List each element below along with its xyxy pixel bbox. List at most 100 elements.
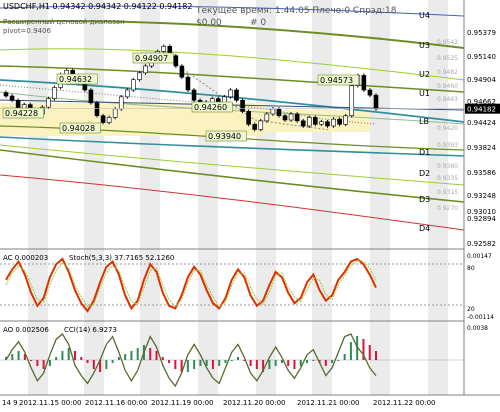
price-tick: 0.94424 [467,119,496,127]
ao-bar [111,360,114,363]
candle-body [246,111,251,125]
candle-body [106,117,112,123]
price-tick: 0.92582 [467,240,496,248]
price-label: 0.93940 [205,130,247,142]
ac-stoch-panel: AC 0.000203 Stoch(5,3,3) 37.7165 52.1260 0… [0,252,494,321]
ao-bar [312,360,315,361]
candle-body [118,96,124,110]
session-band [370,252,390,318]
ao-bar [368,345,371,360]
ao-bar [17,351,20,360]
price-label: 0.94907 [132,52,174,64]
candle-body [46,98,51,108]
ao-bar [268,360,271,369]
ao-bar [124,354,127,360]
price-label: 0.94228 [2,107,44,119]
ao-bar [218,360,221,366]
level-price-tag: 0.9420 [437,125,458,132]
level-label: D2 [419,169,430,178]
candle-body [288,113,294,121]
ao-bar [130,351,133,360]
ao-bar [161,357,164,360]
ao-bar [324,360,327,366]
candle-body [161,45,167,52]
chart-canvas[interactable]: AC 0.000203 Stoch(5,3,3) 37.7165 52.1260 0… [0,0,500,408]
candle-body [234,89,239,101]
price-tick: 0.93824 [467,144,496,152]
candle-body [367,89,373,96]
price-tick: 0.95140 [467,53,496,61]
ao-bar [42,360,45,369]
candle-body [264,113,270,122]
ao-bar [255,360,258,369]
price-tick: 0.93586 [467,169,496,177]
ao-bar [280,360,283,363]
candle-body [337,118,342,125]
candle-body [94,102,100,117]
time-tick: 2012.11.22 00:00 [372,396,436,407]
candle-body [3,92,9,97]
session-band [256,324,276,393]
time-tick-label: 2012.11.20 00:00 [223,399,285,407]
candle-body [258,120,264,130]
ao-bar [287,360,290,366]
chart-window[interactable]: AC 0.000203 Stoch(5,3,3) 37.7165 52.1260 0… [0,0,500,408]
candle-body [319,121,324,125]
ao-bar [149,348,152,360]
ao-bar [11,354,14,360]
candle-body [331,118,336,127]
session-band [256,252,276,318]
candle-body [88,89,94,104]
ac-axis-tick: 0.00147 [467,253,492,260]
ao-bar [331,360,334,363]
ao-bar [224,360,227,363]
time-tick: 2012.11.15 00:00 [18,396,82,407]
ao-bar [168,360,171,363]
price-label-text: 0.93940 [208,132,241,141]
candle-body [252,123,257,130]
ao-bar [337,360,340,361]
ao-bar [30,360,33,361]
current-time: Текущее время: 1:44:05 Плечо:0 Спрэд:18 [195,6,397,16]
ao-bar [293,360,296,369]
price-label: 0.94260 [191,101,233,113]
ao-bar [92,360,95,369]
level-label: D1 [419,148,430,157]
candle-body [306,117,312,127]
ao-bar [86,360,89,363]
candle-body [361,75,367,91]
ao-bar [117,357,120,360]
ao-bar [186,360,189,372]
level-price-tag: 0.9482 [437,69,458,76]
ao-bar [155,351,158,360]
level-label: U3 [419,41,430,50]
level-price-tag: 0.9393 [437,142,458,149]
candle-body [325,121,330,127]
price-label: 0.94028 [59,122,101,134]
ac-axis-tick: 20 [467,306,475,313]
candle-body [185,76,191,91]
price-tick: 0.95379 [467,29,496,37]
candle-body [313,117,318,125]
ao-bar [80,357,83,360]
ao-bar [48,360,51,366]
level-labels: U4 U3 U2 U1 LB D1 D2 D3 D4 [419,11,430,233]
price-label-text: 0.94632 [59,75,92,84]
ao-bar [274,360,277,366]
level-price-tag: 0.9360 [437,163,458,170]
candle-body [52,87,57,99]
level-price-tag: 0.9460 [437,83,458,90]
candle-body [173,55,179,67]
candle-body [270,108,276,115]
price-tick: 0.92894 [467,215,496,223]
price-label-text: 0.94907 [135,54,168,63]
candle-body [294,113,300,122]
session-band [198,324,218,393]
time-tick-label: 2012.11.22 00:00 [373,399,435,407]
level-price-tag: 0.9315 [437,189,458,196]
pivot-value: pivot=0.9406 [3,27,51,35]
cci-label: CCI(14) 6.9273 [64,326,117,334]
candle-body [343,115,348,125]
ao-bar [61,351,64,360]
ao-bar [249,360,252,366]
